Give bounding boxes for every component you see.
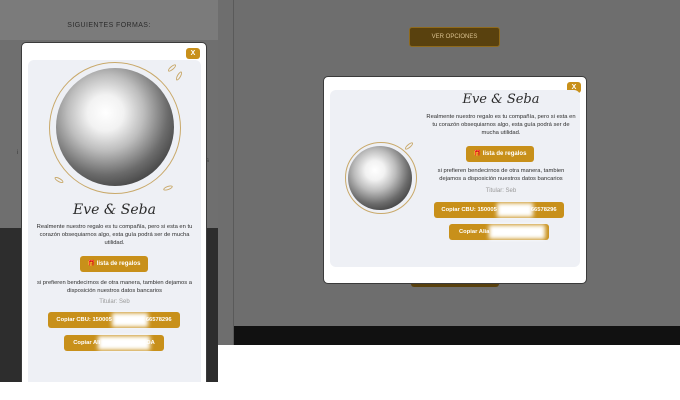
alias-label-start: Copiar Ali: [73, 340, 101, 346]
couple-names: Eve & Seba: [73, 202, 156, 218]
account-holder: Titular: Seb: [99, 299, 130, 305]
leaf-decoration: [174, 70, 184, 82]
left-top-strip: [0, 0, 218, 40]
redaction-blur: [497, 203, 533, 217]
divider: [233, 0, 234, 345]
redaction-blur: [98, 336, 150, 350]
couple-photo: [348, 146, 412, 210]
account-holder: Titular: Seb: [485, 188, 517, 194]
cbu-label-end: 66578296: [145, 317, 172, 323]
modal-card: Eve & Seba Realmente nuestro regalo es t…: [330, 90, 580, 267]
gift-modal-left: X Eve & Seba Realmente nuestro regalo es…: [21, 42, 207, 387]
redaction-blur: [489, 225, 545, 239]
right-bottom-band: [234, 326, 680, 345]
gift-list-button[interactable]: 🎁 lista de regalos: [466, 146, 534, 162]
leaf-decoration: [166, 63, 178, 73]
leaf-decoration: [53, 175, 65, 185]
gift-message: Realmente nuestro regalo es tu compañía,…: [36, 224, 193, 246]
close-button[interactable]: X: [186, 48, 200, 59]
modal-card: Eve & Seba Realmente nuestro regalo es t…: [28, 60, 201, 386]
couple-photo: [56, 68, 174, 186]
cbu-label-start: Copiar CBU: 150005: [56, 317, 112, 323]
gift-modal-right: X Eve & Seba Realmente nuestro regalo es…: [323, 76, 587, 284]
redaction-blur: [112, 313, 148, 327]
bank-info-message: si prefieren bendecirnos de otra manera,…: [37, 280, 192, 294]
bottom-button-edge: [411, 284, 499, 287]
couple-names: Eve & Seba: [462, 92, 540, 107]
leaf-decoration: [403, 141, 415, 151]
left-side-mark: i: [17, 150, 19, 156]
gift-list-button[interactable]: 🎁 lista de regalos: [80, 256, 148, 272]
cbu-label-end: 66578296: [530, 207, 557, 213]
see-options-button[interactable]: VER OPCIONES: [409, 27, 500, 47]
left-section-heading: SIGUIENTES FORMAS:: [67, 22, 151, 29]
bank-info-message: si prefieren bendecirnos de otra manera,…: [437, 168, 565, 182]
cbu-label-start: Copiar CBU: 150005: [441, 207, 497, 213]
gift-message: Realmente nuestro regalo es tu compañía,…: [426, 114, 576, 136]
page-bottom-strip: [0, 382, 680, 400]
leaf-decoration: [162, 184, 174, 192]
alias-label-start: Copiar Alia: [459, 229, 490, 235]
